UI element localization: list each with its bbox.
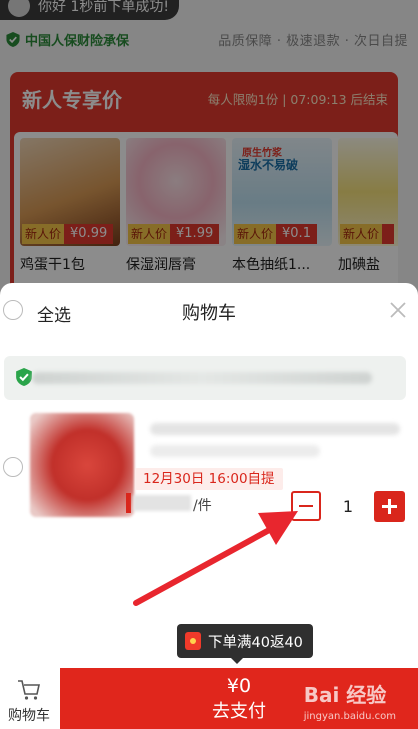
cart-icon [18, 680, 40, 700]
price-marker [126, 493, 131, 513]
red-packet-icon [185, 632, 201, 650]
cart-tab[interactable]: 购物车 [0, 675, 58, 729]
baidu-watermark: Bai 经验 jingyan.baidu.com [304, 679, 396, 722]
blurred-text [32, 372, 372, 384]
blurred-title [150, 445, 320, 457]
pickup-time: 12月30日 16:00自提 [135, 468, 283, 490]
decrease-quantity-button[interactable] [291, 491, 321, 521]
cart-tab-label: 购物车 [8, 708, 50, 724]
price-unit: /件 [193, 498, 212, 514]
cart-header: 全选 购物车 [0, 283, 418, 338]
close-icon[interactable] [388, 300, 408, 320]
watermark-url: jingyan.baidu.com [303, 711, 396, 722]
quantity-value: 1 [342, 497, 354, 516]
cart-title: 购物车 [182, 303, 236, 324]
item-checkbox[interactable] [3, 457, 23, 477]
product-image[interactable] [30, 413, 134, 517]
blurred-title [150, 423, 400, 435]
shield-check-icon [16, 368, 32, 386]
cart-item: 12月30日 16:00自提 /件 1 [0, 413, 418, 525]
increase-quantity-button[interactable] [374, 491, 405, 522]
rebate-text: 下单满40返40 [208, 634, 303, 651]
store-notice [4, 356, 406, 400]
blurred-price [133, 495, 191, 511]
watermark-main: Bai 经验 [303, 683, 387, 707]
cart-sheet: 全选 购物车 12月30日 16:00自提 /件 1 下单满40返40 购物车 … [0, 283, 418, 729]
rebate-tooltip: 下单满40返40 [177, 624, 313, 664]
